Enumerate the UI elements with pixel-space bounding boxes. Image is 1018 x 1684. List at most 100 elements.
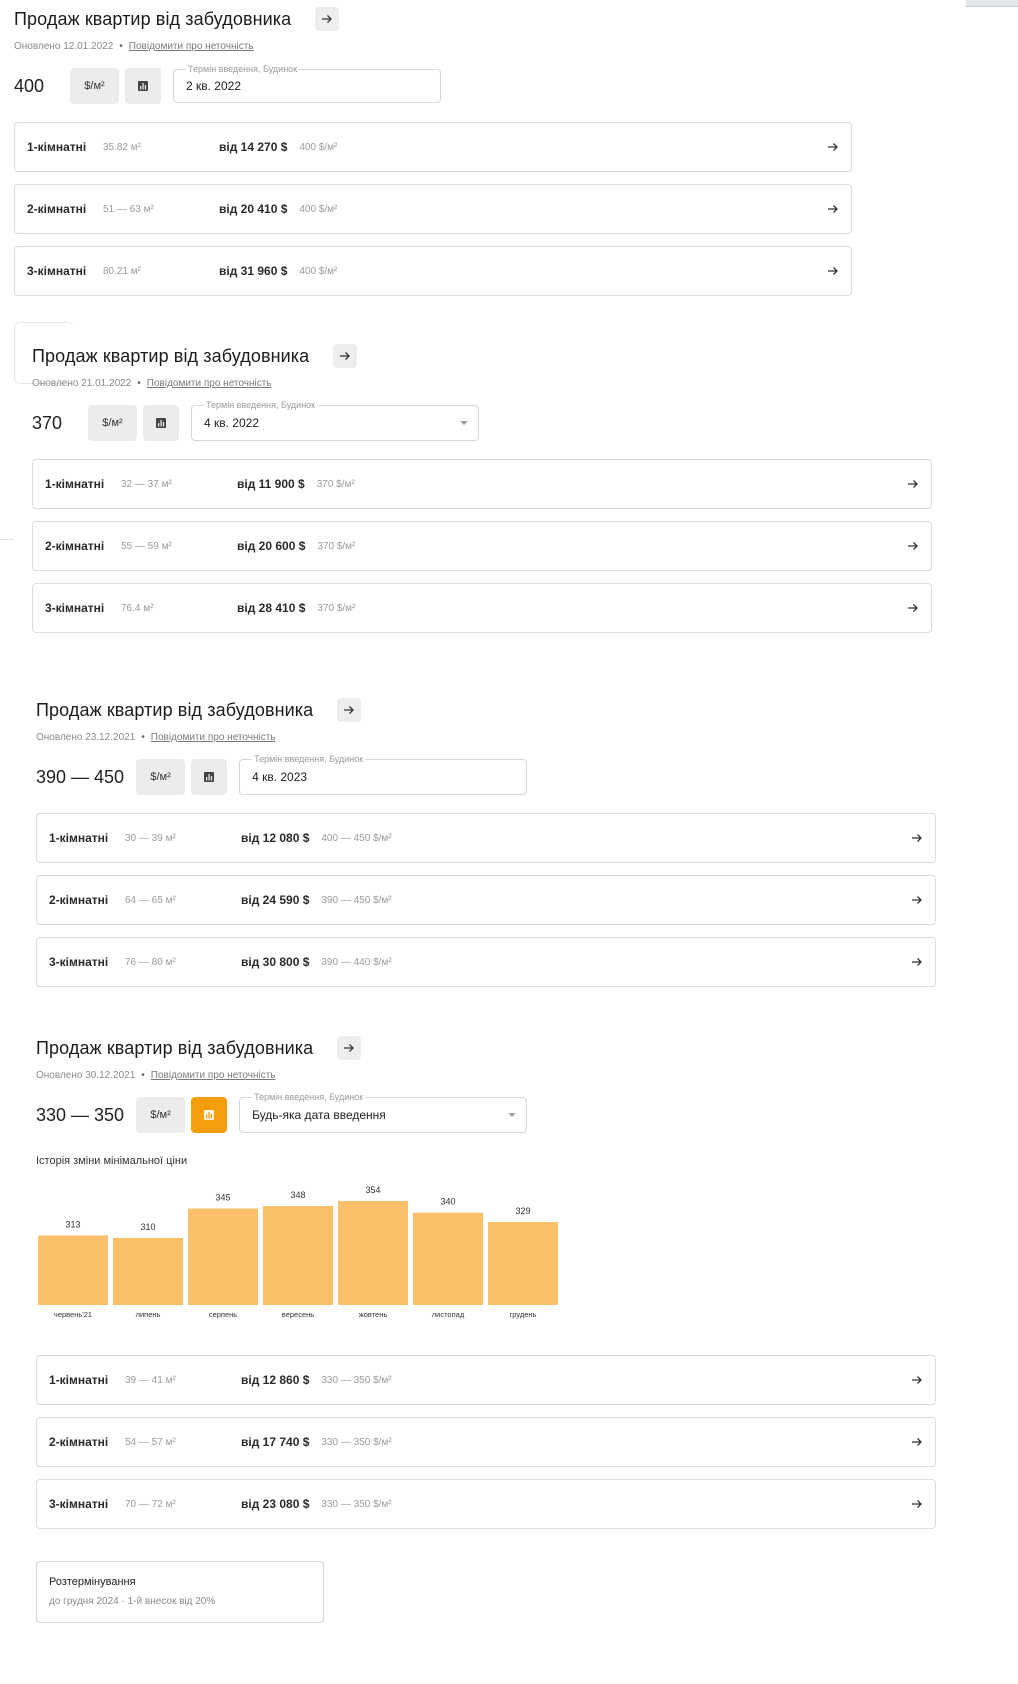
month-tick-label: серпень: [209, 1310, 237, 1319]
room-count: 1-кімнатні: [45, 477, 105, 491]
area-range: 80.21 м²: [103, 265, 142, 277]
price-from: від 28 410 $: [237, 601, 306, 615]
chart-bar[interactable]: [263, 1206, 333, 1305]
room-count: 3-кімнатні: [49, 1497, 109, 1511]
apartment-row[interactable]: 2-кімнатні 55 — 59 м² від 20 600 $ 370 $…: [32, 521, 932, 571]
listing-card: Продаж квартир від забудовника Оновлено …: [36, 696, 936, 999]
apartment-row[interactable]: 3-кімнатні 80.21 м² від 31 960 $ 400 $/м…: [14, 246, 852, 296]
chevron-down-icon: [508, 1113, 517, 1117]
window-corner-tab: [966, 0, 1018, 7]
listing-title: Продаж квартир від забудовника: [36, 1037, 314, 1058]
bar-value-label: 310: [140, 1222, 155, 1232]
price-per-m2: 400 $/м²: [299, 203, 338, 215]
month-tick-label: жовтень: [359, 1310, 388, 1319]
apartment-row[interactable]: 3-кімнатні 70 — 72 м² від 23 080 $ 330 —…: [36, 1479, 936, 1529]
report-inaccuracy-link[interactable]: Повідомити про неточність: [129, 41, 254, 52]
price-history-toggle-button[interactable]: [143, 405, 179, 441]
price-from: від 12 860 $: [241, 1373, 310, 1387]
delivery-term-select[interactable]: Термін введення, Будинок 4 кв. 2022: [191, 399, 479, 441]
arrow-right-icon: [912, 958, 922, 966]
apartment-row[interactable]: 2-кімнатні 64 — 65 м² від 24 590 $ 390 —…: [36, 875, 936, 925]
chart-bar[interactable]: [188, 1208, 258, 1305]
arrow-right-icon: [908, 542, 918, 550]
chart-bar[interactable]: [338, 1201, 408, 1305]
open-listing-button[interactable]: [333, 344, 358, 368]
room-count: 2-кімнатні: [49, 893, 109, 907]
arrow-right-icon: [908, 604, 918, 612]
apartment-row[interactable]: 1-кімнатні 32 — 37 м² від 11 900 $ 370 $…: [32, 459, 932, 509]
bar-value-label: 329: [515, 1206, 530, 1216]
area-range: 30 — 39 м²: [125, 832, 176, 844]
listing-title: Продаж квартир від забудовника: [32, 345, 310, 366]
price-per-m2: 390 — 440 $/м²: [321, 956, 392, 968]
arrow-right-icon: [912, 1376, 922, 1384]
area-range: 39 — 41 м²: [125, 1374, 176, 1386]
arrow-right-icon: [908, 480, 918, 488]
area-range: 35.82 м²: [103, 141, 142, 153]
installment-card[interactable]: Розтермінування до грудня 2024 · 1-й вне…: [36, 1561, 324, 1623]
delivery-term-select[interactable]: Термін введення, Будинок 2 кв. 2022: [173, 63, 441, 103]
room-count: 3-кімнатні: [27, 264, 87, 278]
listing-meta: Оновлено 23.12.2021 • Повідомити про нет…: [36, 730, 936, 744]
apartment-list: 1-кімнатні 39 — 41 м² від 12 860 $ 330 —…: [36, 1355, 936, 1529]
apartment-row[interactable]: 2-кімнатні 54 — 57 м² від 17 740 $ 330 —…: [36, 1417, 936, 1467]
price-history-title: Історія зміни мінімальної ціни: [36, 1155, 188, 1167]
delivery-term-label: Термін введення, Будинок: [252, 753, 366, 765]
room-count: 2-кімнатні: [49, 1435, 109, 1449]
price-from: від 20 410 $: [219, 202, 288, 216]
room-count: 3-кімнатні: [45, 601, 105, 615]
open-listing-button[interactable]: [337, 698, 362, 722]
chart-bar[interactable]: [113, 1237, 183, 1305]
report-inaccuracy-link[interactable]: Повідомити про неточність: [151, 732, 276, 743]
room-count: 2-кімнатні: [45, 539, 105, 553]
listing-meta: Оновлено 12.01.2022 • Повідомити про нет…: [14, 39, 914, 53]
delivery-term-value: 4 кв. 2023: [252, 770, 308, 784]
price-per-m2: 390 — 450 $/м²: [321, 894, 392, 906]
area-range: 55 — 59 м²: [121, 540, 172, 552]
delivery-term-label: Термін введення, Будинок: [204, 399, 318, 411]
delivery-term-value: 2 кв. 2022: [186, 79, 241, 93]
unit-toggle-button[interactable]: $/м²: [136, 759, 186, 795]
price-history-toggle-button[interactable]: [125, 68, 161, 104]
price-from: від 30 800 $: [241, 955, 310, 969]
chart-bar[interactable]: [413, 1212, 483, 1305]
price-per-m2: 400 $/м²: [299, 141, 338, 153]
apartment-row[interactable]: 2-кімнатні 51 — 63 м² від 20 410 $ 400 $…: [14, 184, 852, 234]
price-history-toggle-button[interactable]: [191, 1097, 228, 1133]
price-history-chart: 313 червень'21 310 липень 345 серпень 348 верес…: [38, 1185, 558, 1319]
price-per-m2: 370: [32, 412, 63, 433]
bar-chart-icon: [204, 772, 215, 782]
separator-dot: •: [141, 731, 145, 743]
report-inaccuracy-link[interactable]: Повідомити про неточність: [147, 378, 272, 389]
chart-bar[interactable]: [488, 1221, 558, 1305]
delivery-term-select[interactable]: Термін введення, Будинок Будь-яка дата в…: [239, 1091, 528, 1133]
month-tick-label: листопад: [432, 1310, 465, 1319]
unit-toggle-button[interactable]: $/м²: [70, 68, 119, 104]
price-history-toggle-button[interactable]: [191, 759, 228, 795]
apartment-list: 1-кімнатні 30 — 39 м² від 12 080 $ 400 —…: [36, 813, 936, 987]
unit-toggle-button[interactable]: $/м²: [88, 405, 137, 441]
price-per-m2: 400 $/м²: [299, 265, 338, 277]
apartment-row[interactable]: 3-кімнатні 76 — 80 м² від 30 800 $ 390 —…: [36, 937, 936, 987]
arrow-right-icon: [344, 1044, 355, 1052]
bar-chart-icon: [138, 81, 148, 91]
open-listing-button[interactable]: [337, 1036, 362, 1060]
report-inaccuracy-link[interactable]: Повідомити про неточність: [151, 1070, 276, 1081]
apartment-row[interactable]: 1-кімнатні 30 — 39 м² від 12 080 $ 400 —…: [36, 813, 936, 863]
arrow-right-icon: [340, 352, 351, 360]
room-count: 1-кімнатні: [49, 831, 109, 845]
unit-toggle-button[interactable]: $/м²: [136, 1097, 186, 1133]
area-range: 76.4 м²: [121, 602, 154, 614]
chart-bar[interactable]: [38, 1235, 108, 1305]
apartment-row[interactable]: 1-кімнатні 35.82 м² від 14 270 $ 400 $/м…: [14, 122, 852, 172]
open-listing-button[interactable]: [315, 7, 340, 31]
installment-terms: до грудня 2024 · 1-й внесок від 20%: [49, 1596, 216, 1607]
area-range: 64 — 65 м²: [125, 894, 176, 906]
delivery-term-select[interactable]: Термін введення, Будинок 4 кв. 2023: [239, 753, 528, 795]
delivery-term-value: 4 кв. 2022: [204, 416, 259, 430]
listing-card: Продаж квартир від забудовника Оновлено …: [36, 1034, 936, 1541]
apartment-row[interactable]: 3-кімнатні 76.4 м² від 28 410 $ 370 $/м²: [32, 583, 932, 633]
month-tick-label: вересень: [282, 1310, 314, 1319]
apartment-row[interactable]: 1-кімнатні 39 — 41 м² від 12 860 $ 330 —…: [36, 1355, 936, 1405]
arrow-right-icon: [828, 267, 838, 275]
